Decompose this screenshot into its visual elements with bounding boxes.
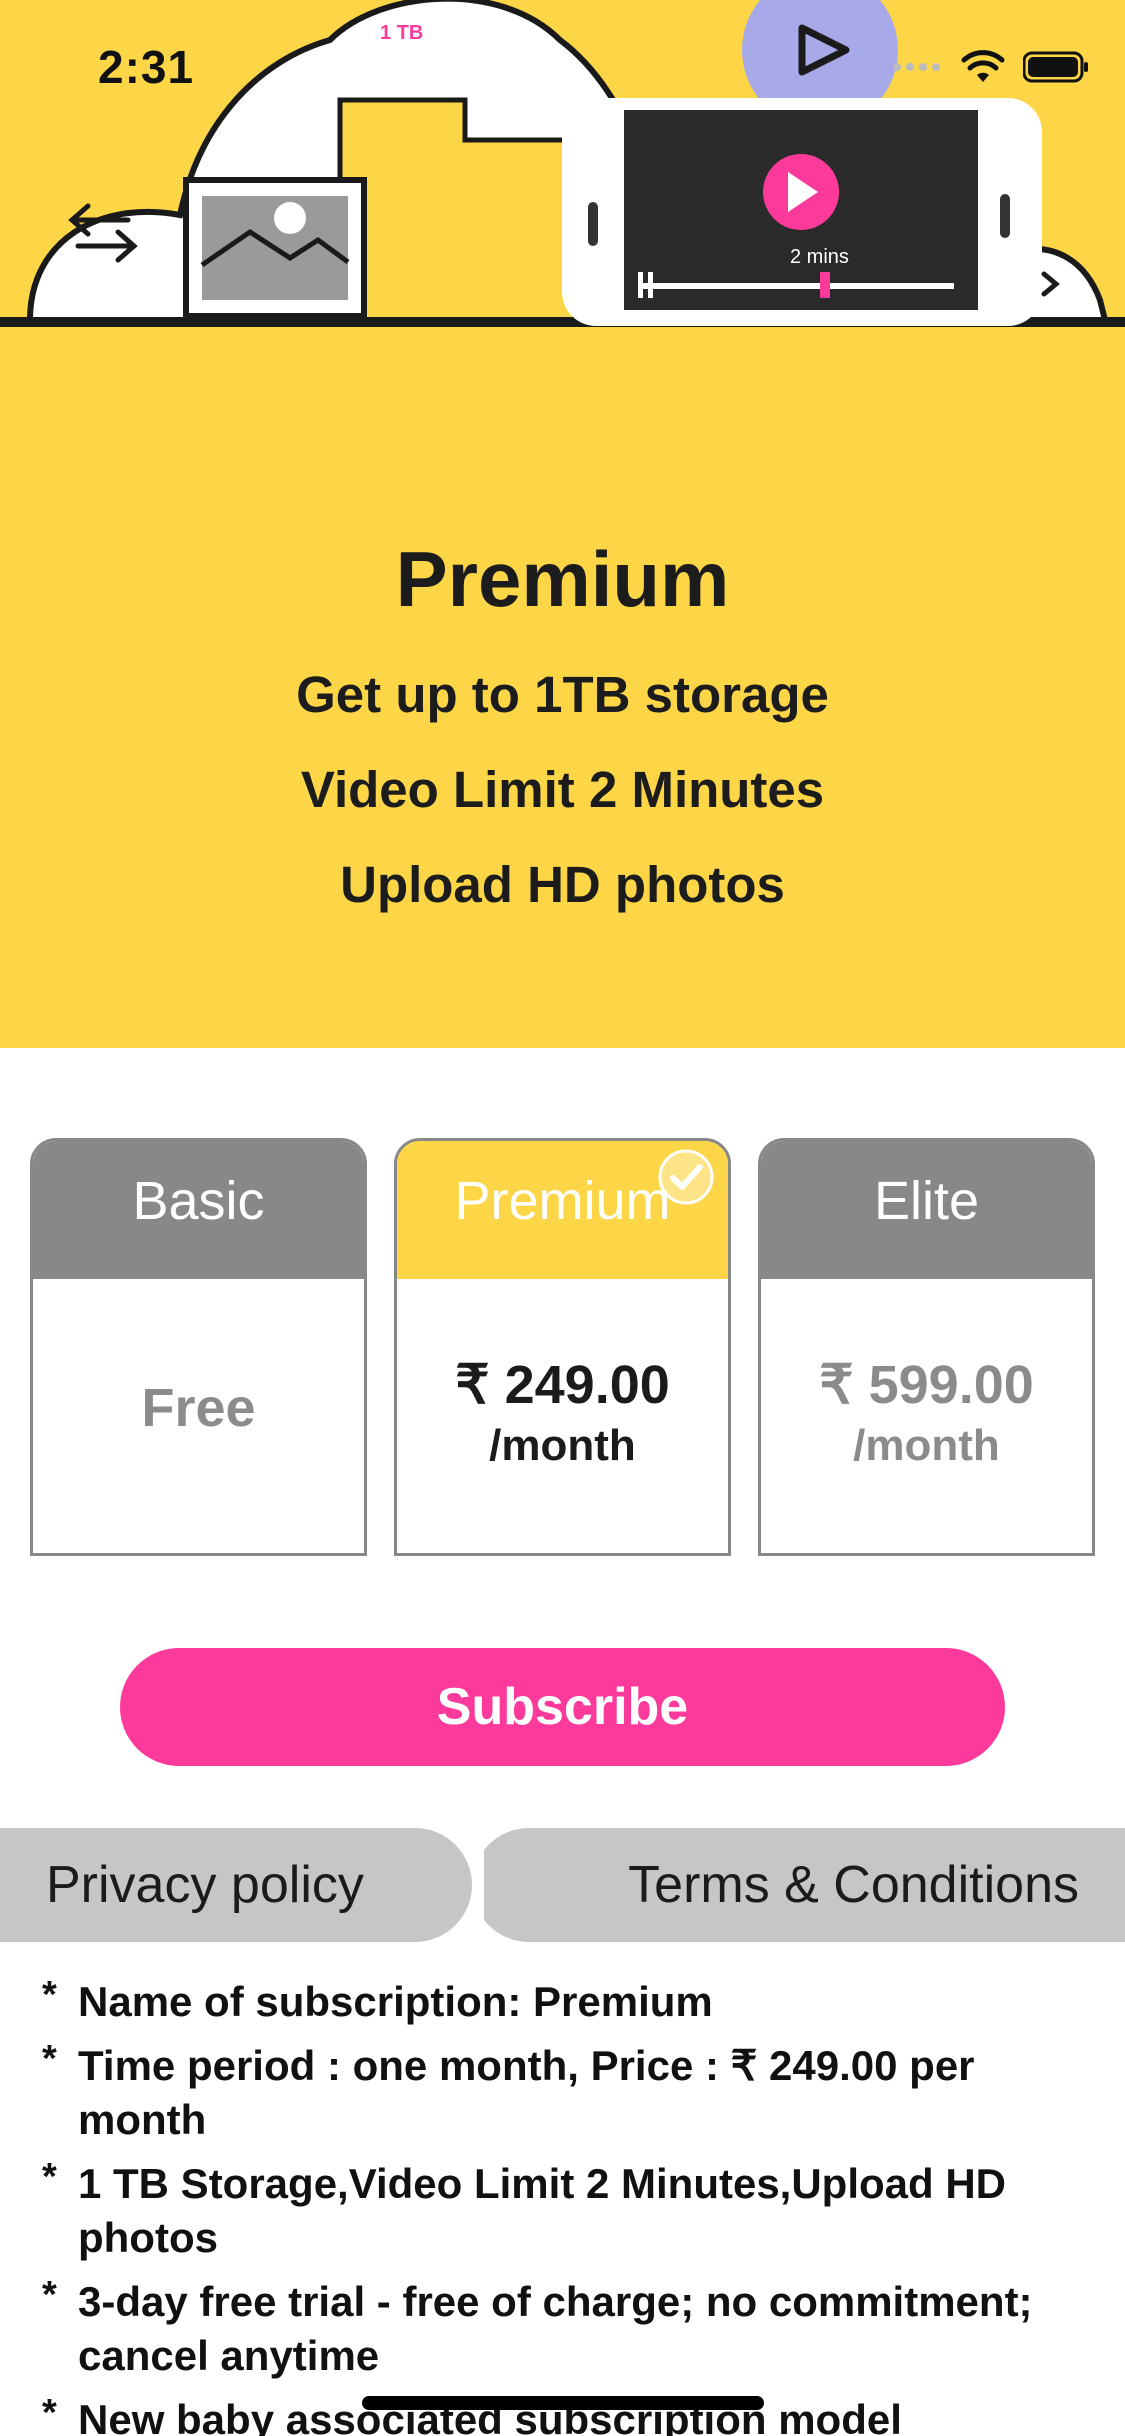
- note-text: 3-day free trial - free of charge; no co…: [78, 2278, 1033, 2379]
- note-text: Name of subscription: Premium: [78, 1978, 713, 2025]
- plan-card-premium[interactable]: Premium ₹ 249.00 /month: [394, 1138, 731, 1556]
- list-item: * 1 TB Storage,Video Limit 2 Minutes,Uplo…: [42, 2157, 1092, 2265]
- subscribe-button[interactable]: Subscribe: [120, 1648, 1005, 1766]
- list-item: * Time period : one month, Price : ₹ 249.…: [42, 2039, 1092, 2147]
- illustration-storage-label: 1 TB: [380, 22, 424, 44]
- battery-icon: [1023, 51, 1088, 83]
- feature-video-limit: Video Limit 2 Minutes: [300, 761, 825, 818]
- plan-card-elite[interactable]: Elite ₹ 599.00 /month: [758, 1138, 1095, 1556]
- plan-period: /month: [489, 1421, 636, 1470]
- plan-header: Premium: [397, 1141, 728, 1279]
- wifi-icon: [961, 50, 1005, 82]
- hero-banner: 1 TB 2 mins 2:31 Premium Get up to 1TB s…: [0, 0, 1125, 1048]
- status-icons: [891, 50, 1089, 84]
- feature-hd-photos: Upload HD photos: [340, 856, 785, 913]
- note-text: 1 TB Storage,Video Limit 2 Minutes,Uploa…: [78, 2160, 1006, 2261]
- illustration-video-label: 2 mins: [790, 246, 849, 268]
- plan-title: Premium: [395, 535, 730, 623]
- plan-price: ₹ 599.00: [819, 1355, 1034, 1415]
- list-item: * Name of subscription: Premium: [42, 1975, 1092, 2029]
- plan-name: Basic: [33, 1141, 364, 1279]
- plan-period: /month: [853, 1421, 1000, 1470]
- subscription-notes: * Name of subscription: Premium * Time per…: [42, 1975, 1092, 2436]
- plan-card-basic[interactable]: Basic Free: [30, 1138, 367, 1556]
- plan-name: Premium: [454, 1171, 671, 1231]
- terms-conditions-link[interactable]: Terms & Conditions: [472, 1828, 1125, 1942]
- plan-price: Free: [141, 1378, 256, 1438]
- photo-icon: [183, 177, 367, 319]
- status-time: 2:31: [98, 41, 195, 93]
- signal-icon: [893, 63, 940, 71]
- list-item: * 3-day free trial - free of charge; no c…: [42, 2275, 1092, 2383]
- home-indicator[interactable]: [362, 2396, 764, 2410]
- plan-name: Elite: [761, 1141, 1092, 1279]
- note-text: Time period : one month, Price : ₹ 249.0…: [78, 2042, 975, 2143]
- privacy-policy-link[interactable]: Privacy policy: [0, 1828, 472, 1942]
- phone-video-illustration: [562, 98, 1042, 326]
- checkmark-icon: [658, 1149, 714, 1205]
- feature-storage: Get up to 1TB storage: [296, 666, 829, 723]
- plan-price: ₹ 249.00: [455, 1355, 670, 1415]
